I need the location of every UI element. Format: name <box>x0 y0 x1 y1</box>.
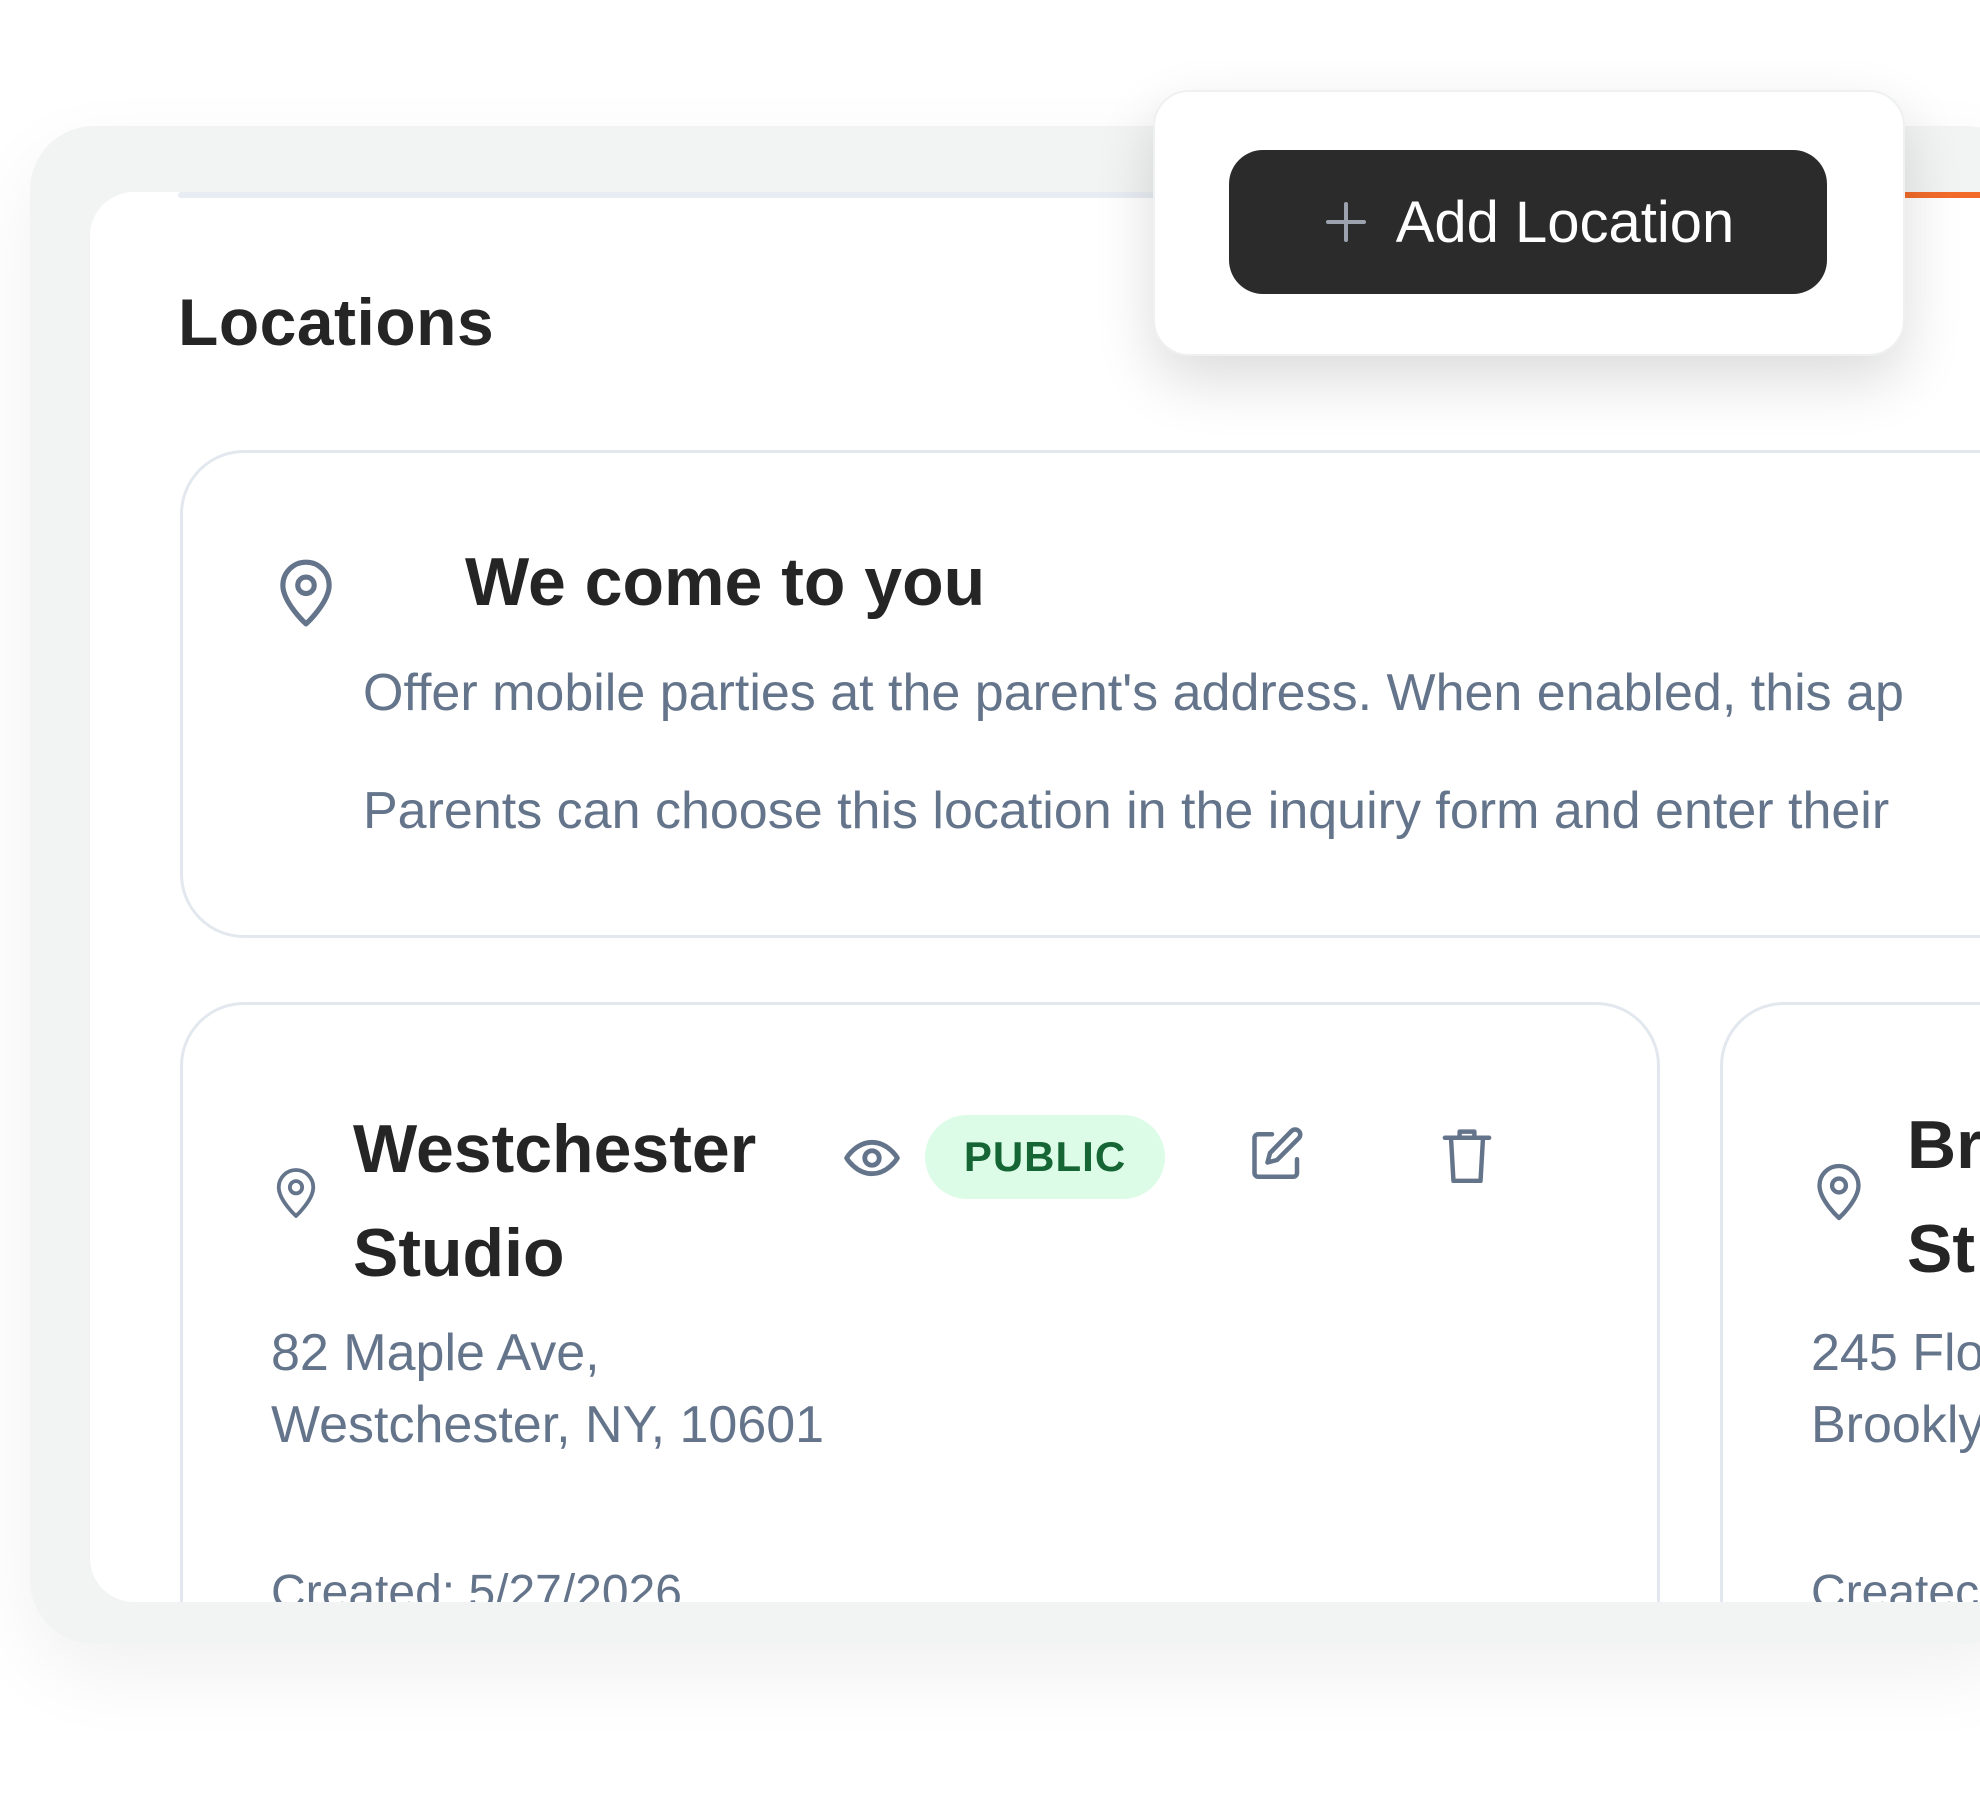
active-tab-indicator <box>1900 192 1980 198</box>
location-address: 245 Flo Brookly <box>1811 1317 1980 1461</box>
edit-icon[interactable] <box>1247 1123 1307 1188</box>
trash-icon[interactable] <box>1437 1123 1497 1192</box>
location-name-line: St <box>1907 1211 1975 1287</box>
address-line: 82 Maple Ave, <box>271 1324 600 1382</box>
location-card[interactable]: Westchester Studio PUBLIC 82 Maple Ave, <box>180 1002 1660 1602</box>
add-location-button[interactable]: Add Location <box>1229 150 1827 294</box>
location-name: Westchester Studio <box>353 1097 823 1305</box>
location-name-line: Studio <box>353 1215 565 1291</box>
map-pin-icon <box>1813 1161 1865 1228</box>
tab-underline <box>178 192 1278 198</box>
location-card[interactable]: Br St 245 Flo Brookly Createc <box>1720 1002 1980 1602</box>
status-badge: PUBLIC <box>925 1115 1165 1199</box>
mobile-service-card[interactable]: We come to you Offer mobile parties at t… <box>180 450 1980 938</box>
page-title: Locations <box>178 285 495 359</box>
location-address: 82 Maple Ave, Westchester, NY, 10601 <box>271 1317 824 1461</box>
plus-icon <box>1322 198 1370 246</box>
add-location-label: Add Location <box>1395 189 1735 255</box>
location-name-line: Br <box>1907 1107 1980 1183</box>
map-pin-icon <box>273 1165 319 1226</box>
mobile-service-description: Offer mobile parties at the parent's add… <box>363 664 1904 722</box>
location-name: Br St <box>1907 1093 1980 1301</box>
address-line: Brookly <box>1811 1396 1980 1454</box>
mobile-service-title: We come to you <box>465 544 986 620</box>
add-location-popover: Add Location <box>1153 90 1905 356</box>
map-pin-icon <box>275 557 337 634</box>
address-line: Westchester, NY, 10601 <box>271 1396 825 1454</box>
mobile-service-note: Parents can choose this location in the … <box>363 782 1890 840</box>
created-date: Createc <box>1811 1566 1980 1602</box>
locations-panel: Locations We come to you Offer mobile pa… <box>90 192 1980 1602</box>
location-name-line: Westchester <box>353 1111 757 1187</box>
address-line: 245 Flo <box>1811 1324 1980 1382</box>
created-date: Created: 5/27/2026 <box>271 1566 682 1602</box>
eye-icon[interactable] <box>843 1129 901 1192</box>
